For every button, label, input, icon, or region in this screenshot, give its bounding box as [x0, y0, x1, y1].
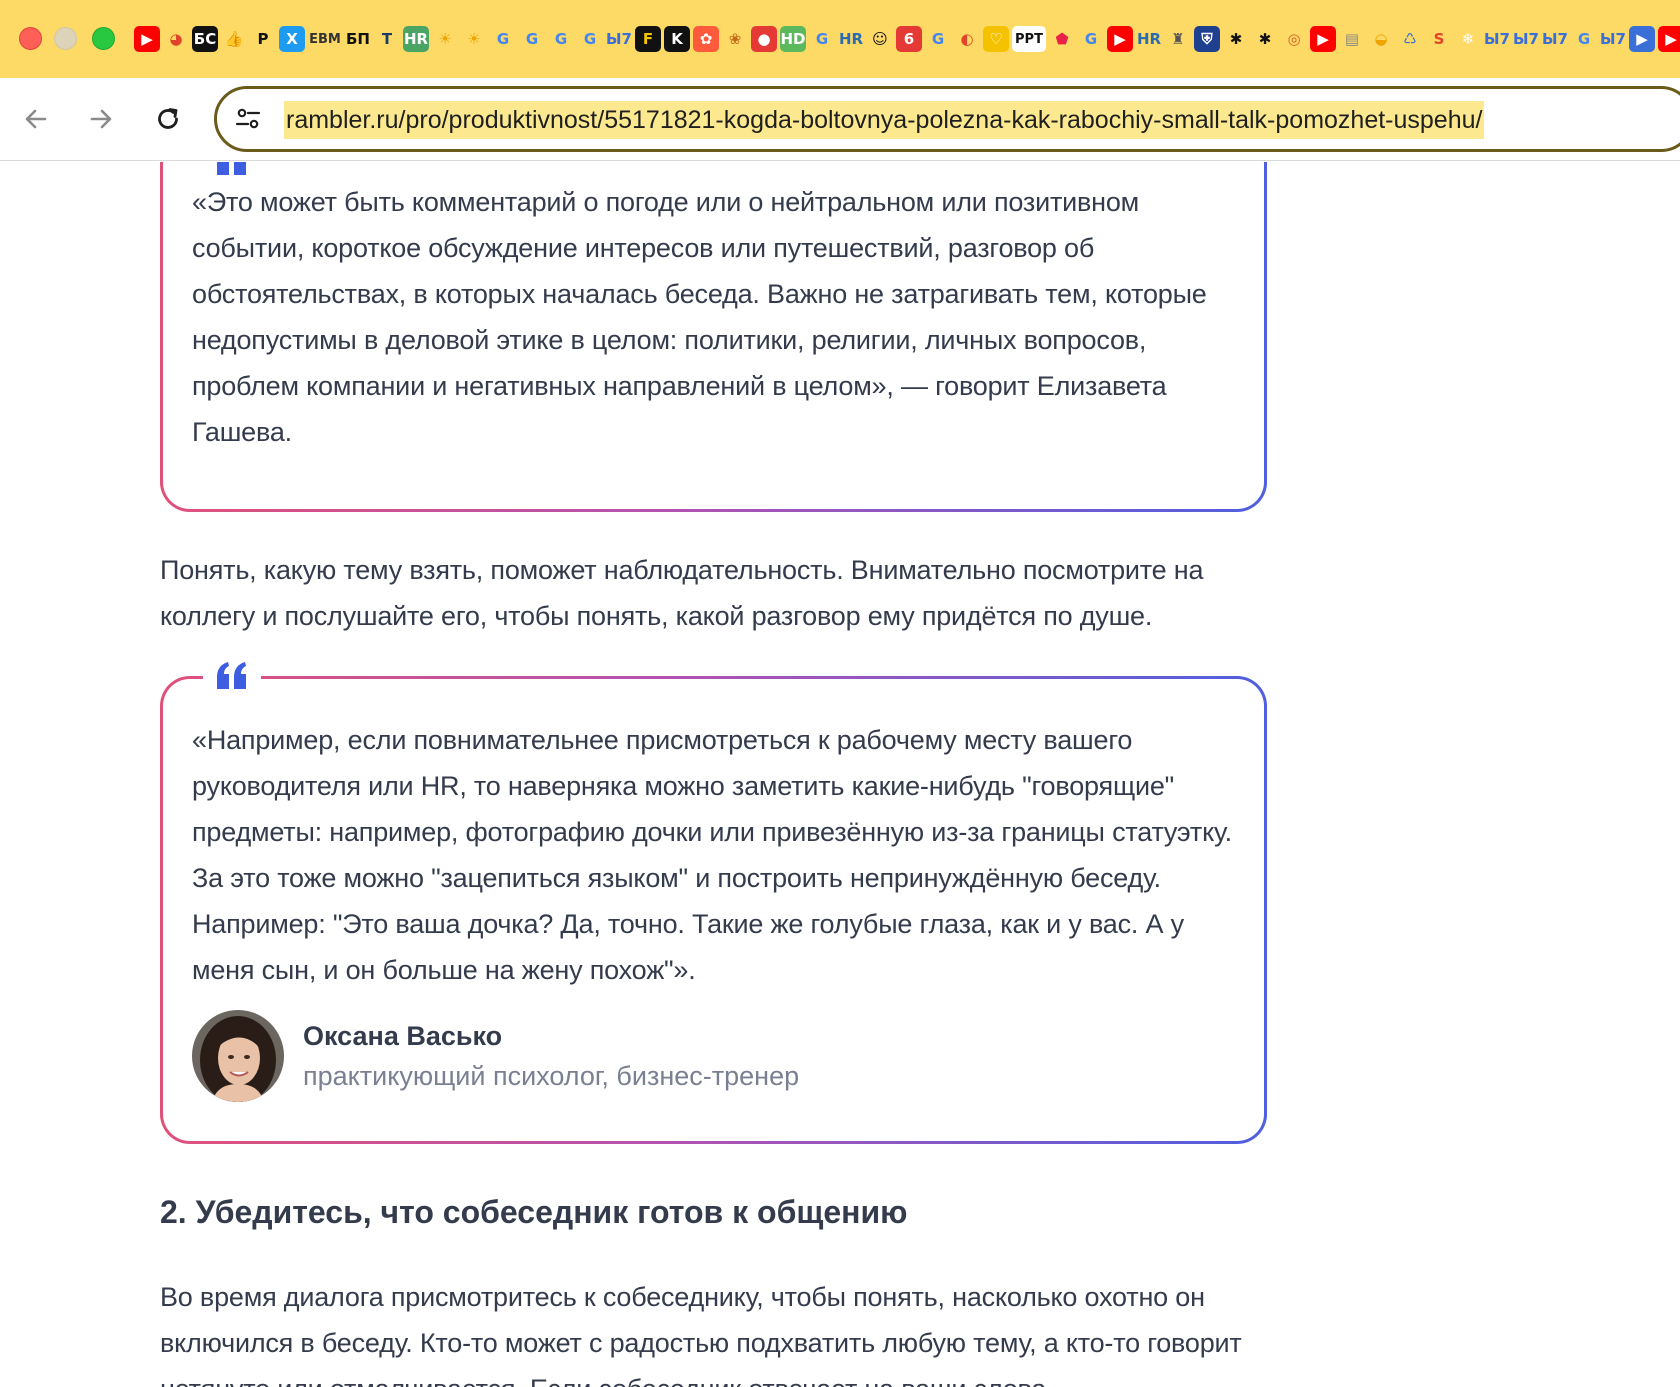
- by-icon[interactable]: Ы7: [606, 26, 632, 52]
- p-icon[interactable]: Р: [250, 26, 276, 52]
- f-icon[interactable]: F: [635, 26, 661, 52]
- window-close-button[interactable]: [19, 27, 42, 50]
- quote-text: «Это может быть комментарий о погоде или…: [192, 187, 1207, 447]
- sun-icon[interactable]: ☀: [461, 26, 487, 52]
- browser-tab-strip: ▶ ◕ БС 👍 Р X EBM БП T HR ☀ ☀ G G G G Ы7 F K ✿ ❀ ● HD G HR ☺ 6 G ◐ ♡ PP…: [0, 0, 1680, 78]
- quote-block: «Например, если повнимательнее присмотре…: [160, 659, 1267, 1144]
- article-paragraph: Во время диалога присмотритесь к собесед…: [160, 1282, 1242, 1387]
- pie-chart-icon[interactable]: ◕: [163, 26, 189, 52]
- article-paragraph: Понять, какую тему взять, поможет наблюд…: [160, 555, 1204, 631]
- by-icon[interactable]: Ы7: [1484, 26, 1510, 52]
- quote-block: «Это может быть комментарий о погоде или…: [160, 162, 1267, 512]
- quote-mark-icon: [203, 162, 261, 179]
- bk-icon[interactable]: БС: [192, 26, 218, 52]
- thumbs-up-icon[interactable]: 👍: [221, 26, 247, 52]
- hr-icon[interactable]: HR: [1136, 26, 1162, 52]
- google-icon[interactable]: G: [1078, 26, 1104, 52]
- hd-icon[interactable]: HD: [780, 26, 806, 52]
- section-heading: 2. Убедитесь, что собеседник готов к общ…: [160, 1194, 908, 1230]
- smile-icon[interactable]: ☺: [867, 26, 893, 52]
- record-icon[interactable]: ●: [751, 26, 777, 52]
- heart-icon[interactable]: ♡: [983, 26, 1009, 52]
- youtube-icon[interactable]: ▶: [1107, 26, 1133, 52]
- quote-text: «Например, если повнимательнее присмотре…: [192, 725, 1232, 985]
- t-icon[interactable]: T: [374, 26, 400, 52]
- back-button[interactable]: [17, 100, 55, 138]
- window-minimize-button[interactable]: [54, 27, 77, 50]
- snowflake-icon[interactable]: ❄: [1455, 26, 1481, 52]
- moon-icon[interactable]: ◐: [954, 26, 980, 52]
- site-settings-icon[interactable]: [234, 105, 262, 133]
- url-text[interactable]: rambler.ru/pro/produktivnost/55171821-ko…: [284, 101, 1485, 139]
- fingerprint-icon[interactable]: ◎: [1281, 26, 1307, 52]
- google-icon[interactable]: G: [577, 26, 603, 52]
- ebm-icon[interactable]: EBM: [308, 26, 342, 52]
- hat-icon[interactable]: ♜: [1165, 26, 1191, 52]
- youtube-icon[interactable]: ▶: [134, 26, 160, 52]
- paw-icon[interactable]: ✱: [1223, 26, 1249, 52]
- paw-icon[interactable]: ✱: [1252, 26, 1278, 52]
- pinned-tabs-bar: ▶ ◕ БС 👍 Р X EBM БП T HR ☀ ☀ G G G G Ы7 F K ✿ ❀ ● HD G HR ☺ 6 G ◐ ♡ PP…: [134, 24, 1680, 54]
- by-icon[interactable]: Ы7: [1542, 26, 1568, 52]
- forward-button[interactable]: [82, 100, 120, 138]
- k-icon[interactable]: K: [664, 26, 690, 52]
- hr-icon[interactable]: HR: [838, 26, 864, 52]
- bp-icon[interactable]: БП: [345, 26, 371, 52]
- chart-icon[interactable]: ▤: [1339, 26, 1365, 52]
- reload-icon: [158, 108, 178, 129]
- play-icon[interactable]: ▶: [1629, 26, 1655, 52]
- six-icon[interactable]: 6: [896, 26, 922, 52]
- shield-icon[interactable]: ⛨: [1194, 26, 1220, 52]
- google-icon[interactable]: G: [925, 26, 951, 52]
- basket-icon[interactable]: ❀: [722, 26, 748, 52]
- quote-author: Оксана Васько практикующий психолог, биз…: [192, 1009, 799, 1103]
- youtube-icon[interactable]: ▶: [1310, 26, 1336, 52]
- author-role: практикующий психолог, бизнес-тренер: [303, 1061, 800, 1091]
- google-icon[interactable]: G: [809, 26, 835, 52]
- google-icon[interactable]: G: [490, 26, 516, 52]
- by-icon[interactable]: Ы7: [1600, 26, 1626, 52]
- google-icon[interactable]: G: [548, 26, 574, 52]
- x-icon[interactable]: X: [279, 26, 305, 52]
- ppt-icon[interactable]: PPT: [1012, 26, 1046, 52]
- flower-icon[interactable]: ✿: [693, 26, 719, 52]
- youtube-icon[interactable]: ▶: [1658, 26, 1680, 52]
- author-name: Оксана Васько: [303, 1021, 503, 1051]
- by-icon[interactable]: Ы7: [1513, 26, 1539, 52]
- reload-button[interactable]: [149, 100, 187, 138]
- hr-icon[interactable]: HR: [403, 26, 429, 52]
- sun-icon[interactable]: ☀: [432, 26, 458, 52]
- article-content: «Это может быть комментарий о погоде или…: [0, 162, 1680, 1387]
- s-icon[interactable]: S: [1426, 26, 1452, 52]
- arrow-right-icon: [90, 109, 112, 129]
- google-icon[interactable]: G: [519, 26, 545, 52]
- window-zoom-button[interactable]: [92, 27, 115, 50]
- quote-mark-icon: [203, 659, 261, 693]
- author-avatar: [192, 1010, 284, 1102]
- pentagon-icon[interactable]: ⬟: [1049, 26, 1075, 52]
- swirl-icon[interactable]: ♺: [1397, 26, 1423, 52]
- address-bar[interactable]: rambler.ru/pro/produktivnost/55171821-ko…: [214, 86, 1680, 152]
- arrow-left-icon: [25, 109, 47, 129]
- google-icon[interactable]: G: [1571, 26, 1597, 52]
- browser-toolbar: rambler.ru/pro/produktivnost/55171821-ko…: [0, 78, 1680, 161]
- duck-icon[interactable]: ◒: [1368, 26, 1394, 52]
